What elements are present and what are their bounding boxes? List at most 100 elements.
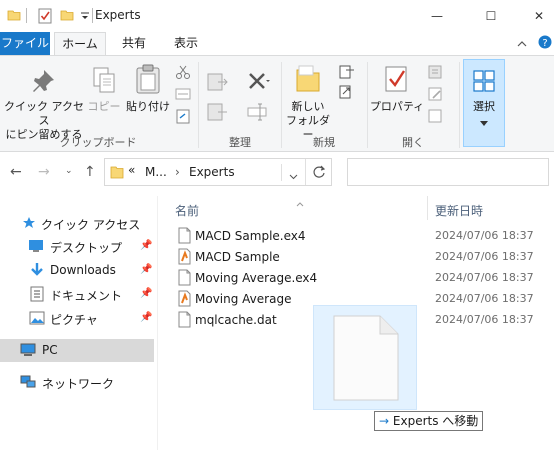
select-label: 選択 — [473, 100, 495, 113]
address-segment-current[interactable]: Experts — [189, 165, 235, 179]
column-separator[interactable] — [427, 196, 428, 220]
group-clipboard-label: クリップボード — [59, 136, 137, 149]
pin-icon[interactable]: 📌 — [140, 288, 152, 299]
file-name: MACD Sample.ex4 — [195, 229, 306, 243]
refresh-icon[interactable] — [312, 165, 326, 182]
file-date: 2024/07/06 18:37 — [435, 292, 534, 305]
help-icon[interactable]: ? — [538, 35, 552, 52]
delete-icon[interactable] — [246, 70, 270, 97]
copy-icon — [92, 66, 116, 97]
file-row[interactable]: MACD Sample 2024/07/06 18:37 — [170, 247, 550, 268]
file-name: Moving Average — [195, 292, 292, 306]
copy-path-icon[interactable] — [175, 87, 191, 104]
rename-icon[interactable] — [246, 100, 270, 127]
divider — [281, 164, 282, 181]
address-bar[interactable]: « M... › Experts — [104, 158, 332, 186]
folder-icon — [110, 164, 124, 183]
new-item-icon[interactable] — [338, 64, 356, 83]
paste-shortcut-icon[interactable] — [175, 108, 191, 127]
network-icon — [20, 375, 36, 392]
nav-item-pictures[interactable]: ピクチャ 📌 — [0, 307, 154, 329]
paste-button[interactable]: 貼り付け — [124, 100, 172, 114]
easy-access-icon[interactable] — [338, 84, 356, 103]
window-title: Experts — [95, 8, 141, 22]
tab-file[interactable]: ファイル — [0, 32, 50, 56]
forward-button[interactable]: → — [38, 164, 50, 180]
chevron-right-icon[interactable]: › — [175, 165, 180, 179]
file-date: 2024/07/06 18:37 — [435, 271, 534, 284]
tab-view[interactable]: 表示 — [164, 32, 208, 56]
tab-home[interactable]: ホーム — [54, 32, 106, 56]
nav-item-documents[interactable]: ドキュメント 📌 — [0, 283, 154, 305]
properties-icon — [384, 65, 410, 96]
open-icon[interactable] — [427, 64, 445, 83]
file-icon — [178, 227, 191, 247]
nav-label: デスクトップ — [50, 241, 123, 255]
download-icon — [30, 262, 44, 281]
pin-icon[interactable]: 📌 — [140, 240, 152, 251]
pin-quick-access-label-1: クイック アクセス — [4, 100, 84, 127]
properties-check-icon[interactable] — [38, 8, 52, 27]
copy-button[interactable]: コピー — [86, 100, 122, 114]
address-segment[interactable]: M... — [145, 165, 167, 179]
divider — [92, 8, 93, 23]
title-bar: Experts — ☐ ✕ — [0, 0, 554, 32]
file-icon — [178, 311, 191, 331]
group-separator — [459, 62, 460, 148]
select-button[interactable]: 選択 — [463, 59, 505, 147]
nav-label: ドキュメント — [50, 289, 123, 303]
cut-icon[interactable] — [175, 64, 191, 83]
move-arrow-icon: → — [379, 414, 390, 428]
tab-share[interactable]: 共有 — [112, 32, 156, 56]
nav-item-pc[interactable]: PC — [0, 339, 154, 362]
document-icon — [30, 286, 44, 305]
drag-tooltip-text: Experts へ移動 — [392, 414, 479, 428]
nav-label: ピクチャ — [50, 313, 98, 327]
new-folder-icon[interactable] — [60, 8, 74, 25]
svg-text:?: ? — [542, 38, 547, 49]
close-button[interactable]: ✕ — [516, 0, 554, 32]
file-date: 2024/07/06 18:37 — [435, 229, 534, 242]
properties-button[interactable]: プロパティ — [368, 100, 426, 114]
new-folder-large-icon — [295, 64, 321, 97]
collapse-ribbon-icon[interactable] — [517, 37, 527, 51]
nav-item-desktop[interactable]: デスクトップ 📌 — [0, 235, 154, 257]
pin-icon[interactable]: 📌 — [140, 264, 152, 275]
column-header-name[interactable]: 名前 — [175, 202, 199, 219]
recent-locations-button[interactable]: ⌄ — [65, 166, 73, 176]
pane-divider[interactable] — [157, 196, 158, 450]
move-to-icon[interactable] — [206, 70, 230, 97]
history-icon[interactable] — [427, 108, 445, 127]
folder-icon[interactable] — [7, 8, 21, 25]
copy-to-icon[interactable] — [206, 100, 230, 127]
nav-item-network[interactable]: ネットワーク — [0, 371, 154, 393]
file-row[interactable]: Moving Average.ex4 2024/07/06 18:37 — [170, 268, 550, 289]
sort-indicator-icon — [296, 196, 304, 210]
file-icon — [178, 269, 191, 289]
column-header-date[interactable]: 更新日時 — [435, 202, 483, 219]
address-dropdown-icon[interactable] — [289, 169, 298, 183]
up-button[interactable]: ↑ — [84, 164, 96, 180]
file-row[interactable]: MACD Sample.ex4 2024/07/06 18:37 — [170, 226, 550, 247]
divider — [305, 159, 306, 185]
maximize-button[interactable]: ☐ — [468, 0, 514, 32]
ribbon-tabs: ファイル ホーム 共有 表示 ? — [0, 32, 554, 56]
nav-item-downloads[interactable]: Downloads 📌 — [0, 259, 154, 281]
picture-icon — [29, 311, 45, 328]
nav-item-quick-access[interactable]: クイック アクセス — [0, 212, 154, 234]
group-separator — [198, 62, 199, 148]
group-new-label: 新規 — [313, 136, 335, 149]
search-input[interactable] — [347, 158, 549, 186]
ribbon: クイック アクセス にピン留めする コピー 貼り付け クリップボード 整理 新し… — [0, 55, 554, 152]
pin-icon[interactable]: 📌 — [140, 312, 152, 323]
divider — [26, 8, 27, 23]
edit-icon[interactable] — [427, 86, 445, 105]
address-overflow[interactable]: « — [128, 163, 135, 177]
minimize-button[interactable]: — — [414, 0, 460, 32]
back-button[interactable]: ← — [10, 164, 22, 180]
group-open-label: 開く — [402, 136, 424, 149]
select-grid-icon — [473, 70, 495, 95]
nav-label: クイック アクセス — [41, 218, 141, 232]
group-organize-label: 整理 — [229, 136, 251, 149]
quick-access-dropdown-icon[interactable] — [80, 10, 90, 24]
